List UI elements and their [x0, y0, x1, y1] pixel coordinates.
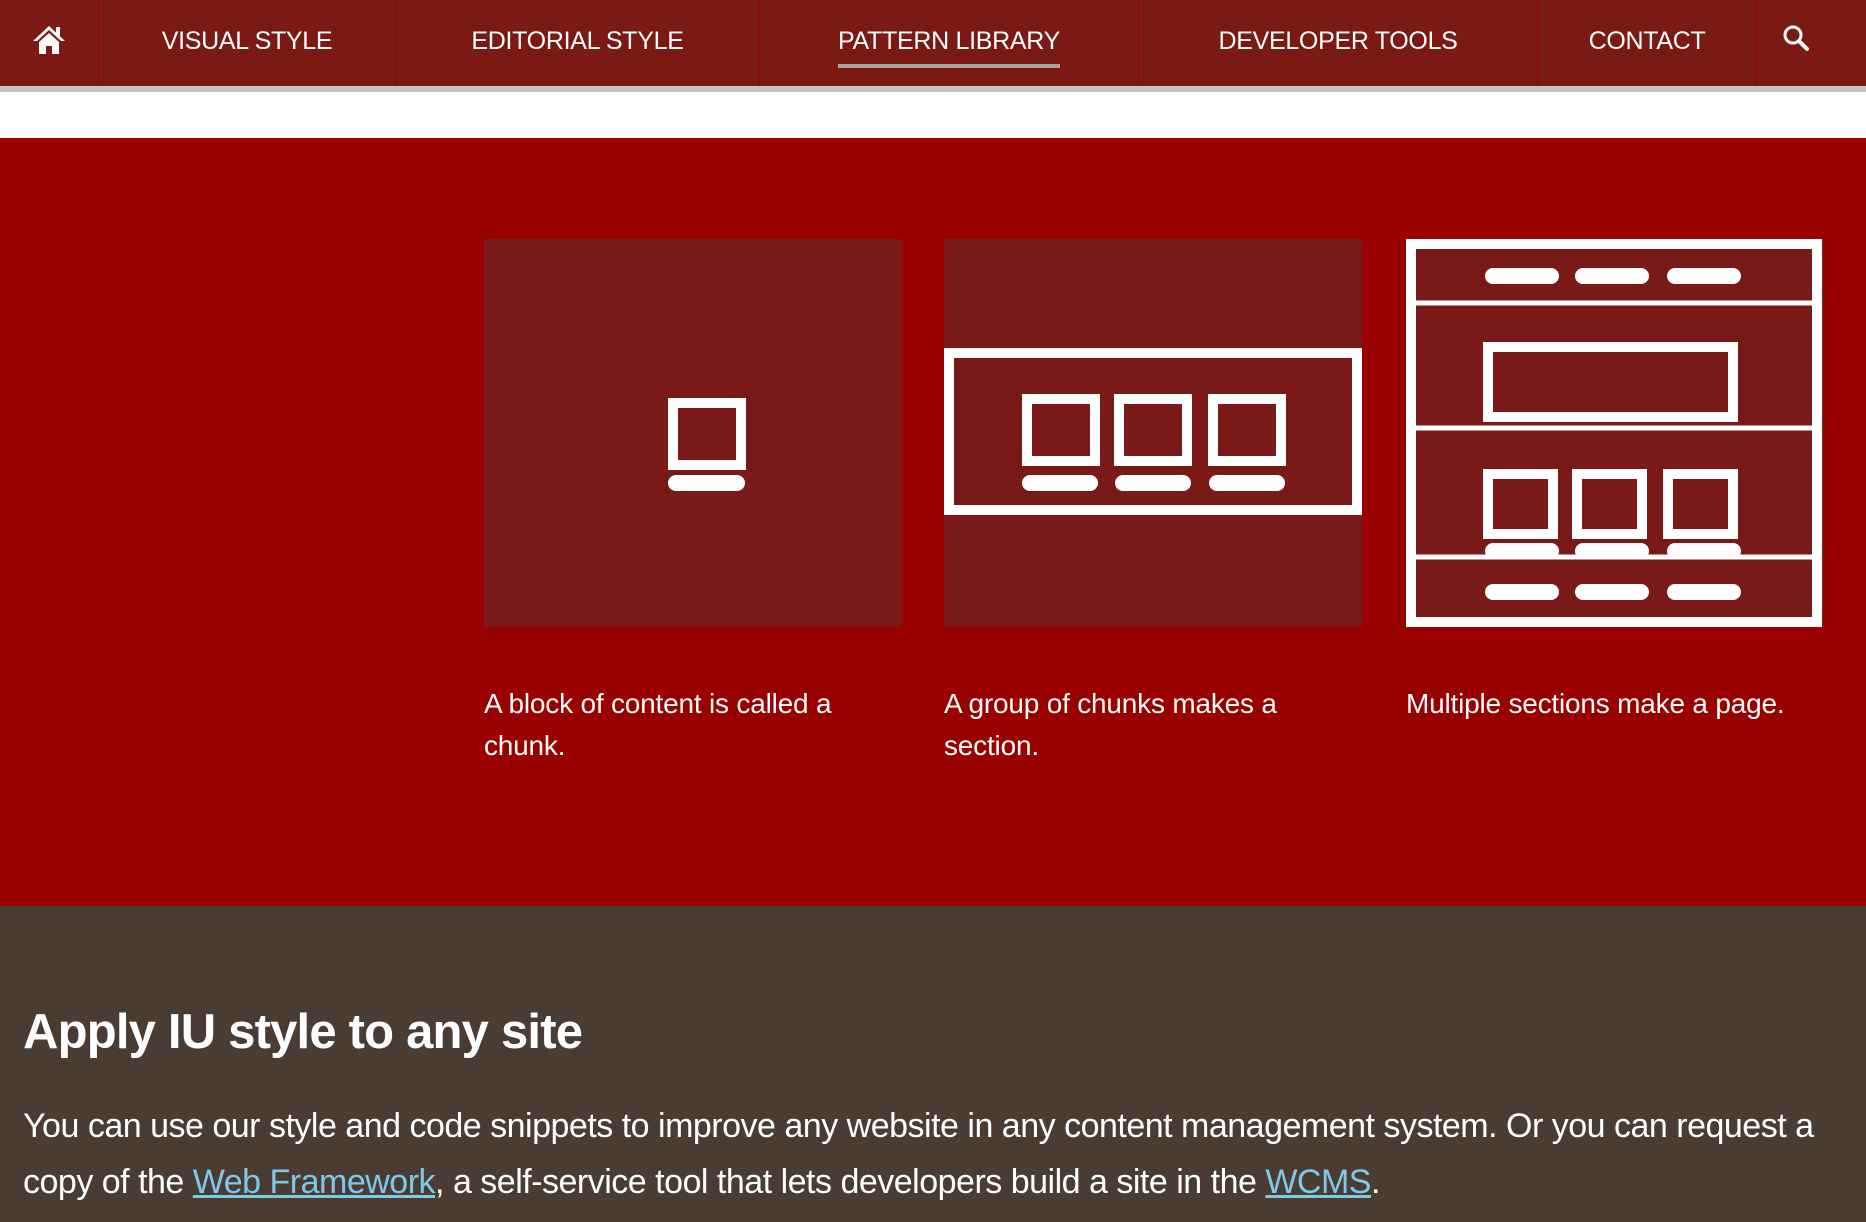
web-framework-link[interactable]: Web Framework — [193, 1163, 436, 1201]
hero-section: A block of content is called a chunk. A … — [0, 138, 1866, 906]
nav-item-contact[interactable]: CONTACT — [1538, 0, 1757, 86]
section-diagram-icon — [944, 348, 1362, 515]
page-tile — [1406, 239, 1824, 627]
nav-item-pattern-library[interactable]: PATTERN LIBRARY — [760, 0, 1139, 86]
search-button[interactable] — [1757, 0, 1866, 86]
page-diagram-icon — [1406, 239, 1822, 627]
home-icon — [31, 24, 67, 63]
main-nav: VISUAL STYLE EDITORIAL STYLE PATTERN LIB… — [0, 0, 1866, 86]
apply-paragraph: You can use our style and code snippets … — [23, 1107, 1814, 1201]
nav-bottom-border — [0, 86, 1866, 92]
nav-item-label: PATTERN LIBRARY — [838, 26, 1060, 55]
chunk-diagram-icon — [668, 398, 746, 491]
wcms-link[interactable]: WCMS — [1265, 1163, 1371, 1201]
nav-home-button[interactable] — [0, 0, 99, 86]
active-indicator — [838, 63, 1060, 68]
apply-section: Apply IU style to any site You can use o… — [0, 906, 1866, 1222]
nav-item-developer-tools[interactable]: DEVELOPER TOOLS — [1139, 0, 1538, 86]
search-icon — [1782, 24, 1810, 59]
section-caption: A group of chunks makes a section. — [944, 688, 1277, 761]
nav-item-visual-style[interactable]: VISUAL STYLE — [99, 0, 396, 86]
nav-item-editorial-style[interactable]: EDITORIAL STYLE — [396, 0, 760, 86]
page-caption: Multiple sections make a page. — [1406, 688, 1785, 719]
apply-heading: Apply IU style to any site — [23, 1005, 583, 1059]
chunk-caption: A block of content is called a chunk. — [484, 688, 832, 761]
chunk-tile — [484, 239, 902, 627]
section-tile — [944, 239, 1362, 627]
